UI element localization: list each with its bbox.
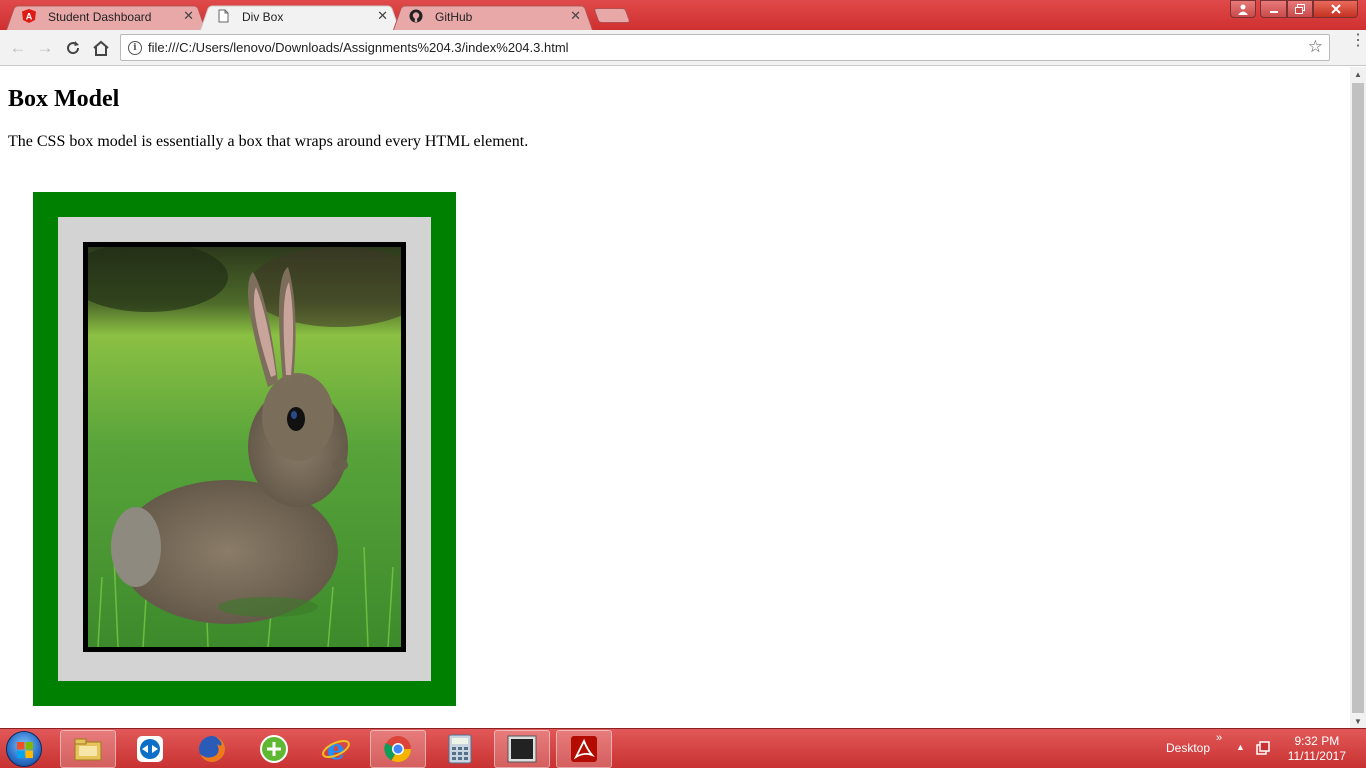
network-icon[interactable] [1256, 740, 1270, 759]
reload-icon[interactable] [61, 36, 85, 60]
teamviewer-icon[interactable] [122, 730, 178, 768]
info-icon[interactable]: i [128, 41, 142, 55]
tab-label: Div Box [242, 9, 284, 24]
document-icon [218, 9, 229, 23]
minimize-button[interactable] [1260, 0, 1287, 18]
menu-icon[interactable]: ⋮ [1350, 33, 1366, 49]
chrome-icon[interactable] [370, 730, 426, 768]
address-bar[interactable]: i file:///C:/Users/lenovo/Downloads/Assi… [120, 34, 1330, 61]
show-hidden-icons-icon[interactable]: ▲ [1236, 742, 1245, 752]
scroll-down-icon[interactable]: ▼ [1350, 714, 1366, 728]
restore-button[interactable] [1287, 0, 1313, 18]
vertical-scrollbar[interactable]: ▲ ▼ [1350, 67, 1366, 728]
calculator-icon[interactable] [432, 730, 488, 768]
forward-arrow-icon[interactable]: → [33, 36, 57, 60]
page-paragraph: The CSS box model is essentially a box t… [8, 133, 529, 150]
page-title: Box Model [8, 86, 120, 112]
back-arrow-icon[interactable]: ← [6, 36, 30, 60]
window-controls [1230, 0, 1358, 18]
close-icon[interactable]: ✕ [183, 8, 194, 24]
clock-time: 9:32 PM [1294, 734, 1340, 748]
console-icon[interactable] [494, 730, 550, 768]
desktop-toolbar-label[interactable]: Desktop [1166, 741, 1210, 755]
github-icon [409, 9, 423, 23]
svg-text:e: e [327, 734, 345, 764]
close-icon[interactable]: ✕ [570, 8, 581, 24]
windows-logo-icon [17, 742, 33, 758]
start-button[interactable] [6, 731, 42, 767]
title-bar: A Student Dashboard ✕ Div Box ✕ GitHub ✕ [0, 0, 1366, 31]
page-viewport: Box Model The CSS box model is essential… [0, 67, 1350, 728]
internet-explorer-icon[interactable]: e [308, 730, 364, 768]
tab-github[interactable]: GitHub ✕ [393, 3, 593, 31]
url-text: file:///C:/Users/lenovo/Downloads/Assign… [148, 40, 569, 55]
scroll-up-icon[interactable]: ▲ [1350, 67, 1366, 81]
box-border-area [83, 242, 406, 652]
home-icon[interactable] [89, 36, 113, 60]
software-updater-icon[interactable] [246, 730, 302, 768]
windows-taskbar: e Desktop » ▲ 9:32 PM 11/11/2017 [0, 728, 1366, 768]
tab-label: GitHub [435, 9, 473, 24]
rabbit-image [88, 247, 401, 647]
acrobat-icon[interactable] [556, 730, 612, 768]
tab-label: Student Dashboard [48, 9, 152, 24]
box-padding-area [58, 217, 431, 681]
new-tab-button[interactable] [593, 8, 631, 23]
system-clock[interactable]: 9:32 PM 11/11/2017 [1288, 734, 1346, 764]
star-icon[interactable]: ☆ [1308, 37, 1323, 57]
tab-div-box[interactable]: Div Box ✕ [200, 3, 400, 31]
tab-student-dashboard[interactable]: A Student Dashboard ✕ [6, 3, 206, 31]
clock-date: 11/11/2017 [1287, 749, 1346, 763]
browser-toolbar: ← → i file:///C:/Users/lenovo/Downloads/… [0, 30, 1366, 66]
box-margin-area [33, 192, 456, 706]
close-window-button[interactable] [1313, 0, 1358, 18]
close-icon[interactable]: ✕ [377, 8, 388, 24]
file-explorer-icon[interactable] [60, 730, 116, 768]
scroll-thumb[interactable] [1352, 83, 1364, 713]
svg-text:A: A [26, 12, 33, 22]
chevron-overflow-icon[interactable]: » [1216, 732, 1222, 744]
angular-icon: A [22, 9, 36, 23]
user-icon[interactable] [1230, 0, 1256, 18]
firefox-icon[interactable] [184, 730, 240, 768]
